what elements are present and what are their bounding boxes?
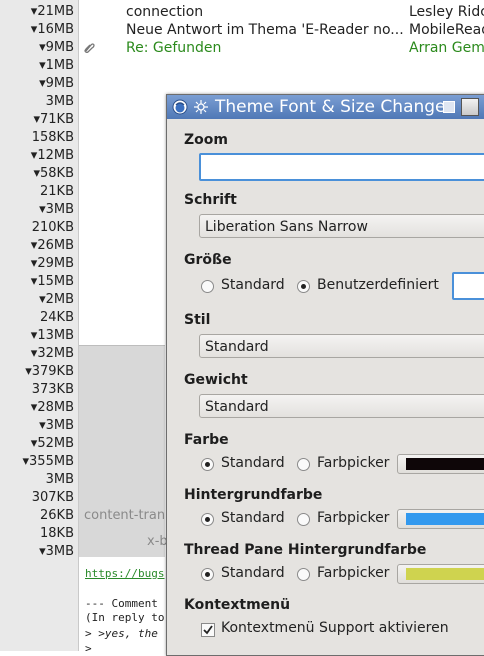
thread-bg-picker-radio[interactable] <box>297 568 310 581</box>
size-cell: ▾355MB <box>22 454 74 469</box>
bg-swatch-button[interactable] <box>397 509 484 529</box>
thread-bg-standard-radio[interactable] <box>201 568 214 581</box>
size-cell: 158KB <box>31 130 74 145</box>
size-custom-label: Benutzerdefiniert <box>317 277 439 293</box>
size-standard-radio[interactable] <box>201 280 214 293</box>
context-menu-checkbox[interactable] <box>201 623 215 637</box>
size-cell: 307KB <box>31 490 74 505</box>
thread-bg-standard-label: Standard <box>221 565 285 581</box>
zoom-input[interactable] <box>199 153 484 181</box>
minimize-button[interactable] <box>443 101 455 113</box>
size-custom-radio[interactable] <box>297 280 310 293</box>
size-cell: 18KB <box>40 526 74 541</box>
color-swatch <box>406 458 484 470</box>
size-standard-label: Standard <box>221 277 285 293</box>
color-label: Farbe <box>184 432 229 448</box>
theme-font-size-dialog: Theme Font & Size Changer Zoom Schrift L… <box>166 94 484 656</box>
size-label: Größe <box>184 252 232 268</box>
weight-label: Gewicht <box>184 372 248 388</box>
bg-swatch <box>406 513 484 525</box>
size-cell: ▾21MB <box>30 4 74 19</box>
size-cell: ▾3MB <box>39 544 74 559</box>
size-cell: 210KB <box>31 220 74 235</box>
paperclip-icon <box>84 43 95 53</box>
style-select[interactable]: Standard <box>199 334 484 358</box>
dialog-title: Theme Font & Size Changer <box>215 97 453 117</box>
zoom-label: Zoom <box>184 132 228 148</box>
message-author: Arran Gems <box>409 40 484 56</box>
size-cell: ▾2MB <box>39 292 74 307</box>
color-standard-radio[interactable] <box>201 458 214 471</box>
bg-standard-radio[interactable] <box>201 513 214 526</box>
size-cell: ▾71KB <box>33 112 74 127</box>
size-cell: ▾13MB <box>30 328 74 343</box>
thread-bg-picker-label: Farbpicker <box>317 565 390 581</box>
bg-color-label: Hintergrundfarbe <box>184 487 323 503</box>
font-select[interactable]: Liberation Sans Narrow <box>199 214 484 238</box>
size-cell: ▾32MB <box>30 346 74 361</box>
font-label: Schrift <box>184 192 237 208</box>
size-cell: 3MB <box>45 94 74 109</box>
message-row[interactable]: connection Lesley Ridc <box>79 3 484 21</box>
size-cell: ▾15MB <box>30 274 74 289</box>
weight-select[interactable]: Standard <box>199 394 484 418</box>
preview-header: content-tran x-b <box>79 345 168 558</box>
size-cell: 24KB <box>40 310 74 325</box>
color-swatch-button[interactable] <box>397 454 484 474</box>
dialog-titlebar[interactable]: Theme Font & Size Changer <box>167 95 484 119</box>
header-field: x-b <box>147 534 168 549</box>
size-cell: ▾12MB <box>30 148 74 163</box>
thread-bg-swatch-button[interactable] <box>397 564 484 584</box>
size-cell: ▾26MB <box>30 238 74 253</box>
thunderbird-icon <box>172 99 188 115</box>
size-cell: 26KB <box>40 508 74 523</box>
size-cell: ▾3MB <box>39 418 74 433</box>
color-picker-label: Farbpicker <box>317 455 390 471</box>
size-cell: 373KB <box>31 382 74 397</box>
checkmark-icon <box>203 625 213 635</box>
size-cell: ▾28MB <box>30 400 74 415</box>
size-column: ▾21MB ▾16MB ▾9MB ▾1MB ▾9MB 3MB ▾71KB 158KB ▾12MB… <box>0 0 79 651</box>
size-cell: ▾58KB <box>33 166 74 181</box>
context-menu-checkbox-label: Kontextmenü Support aktivieren <box>221 620 449 636</box>
message-author: Lesley Ridc <box>409 4 484 20</box>
bug-link[interactable]: https://bugs <box>85 567 164 580</box>
thread-bg-swatch <box>406 568 484 580</box>
color-picker-radio[interactable] <box>297 458 310 471</box>
style-label: Stil <box>184 312 211 328</box>
pin-icon[interactable] <box>193 99 209 115</box>
size-cell: ▾379KB <box>25 364 74 379</box>
thread-bg-label: Thread Pane Hintergrundfarbe <box>184 542 427 558</box>
size-cell: 3MB <box>45 472 74 487</box>
size-cell: ▾3MB <box>39 202 74 217</box>
maximize-button[interactable] <box>461 98 479 116</box>
body-line: > >yes, the <box>85 627 158 640</box>
body-line: (In reply to <box>85 611 165 624</box>
size-cell: ▾9MB <box>39 76 74 91</box>
message-row[interactable]: Re: Gefunden Arran Gems <box>79 39 484 57</box>
size-cell: ▾9MB <box>39 40 74 55</box>
bg-picker-radio[interactable] <box>297 513 310 526</box>
size-cell: ▾16MB <box>30 22 74 37</box>
message-row[interactable]: Neue Antwort im Thema 'E-Reader no... Mo… <box>79 21 484 39</box>
size-cell: ▾52MB <box>30 436 74 451</box>
body-line: > <box>85 642 92 651</box>
size-cell: ▾29MB <box>30 256 74 271</box>
message-subject: Re: Gefunden <box>126 40 222 56</box>
body-line: --- Comment <box>85 597 158 610</box>
bg-standard-label: Standard <box>221 510 285 526</box>
message-subject: connection <box>126 4 204 20</box>
size-cell: 21KB <box>40 184 74 199</box>
message-body: https://bugs --- Comment (In reply to > … <box>79 557 165 651</box>
message-author: MobileRead <box>409 22 484 38</box>
size-cell: ▾1MB <box>39 58 74 73</box>
header-field: content-tran <box>84 508 166 523</box>
context-menu-label: Kontextmenü <box>184 597 291 613</box>
size-input[interactable] <box>452 272 484 300</box>
message-subject: Neue Antwort im Thema 'E-Reader no... <box>126 22 404 38</box>
bg-picker-label: Farbpicker <box>317 510 390 526</box>
color-standard-label: Standard <box>221 455 285 471</box>
